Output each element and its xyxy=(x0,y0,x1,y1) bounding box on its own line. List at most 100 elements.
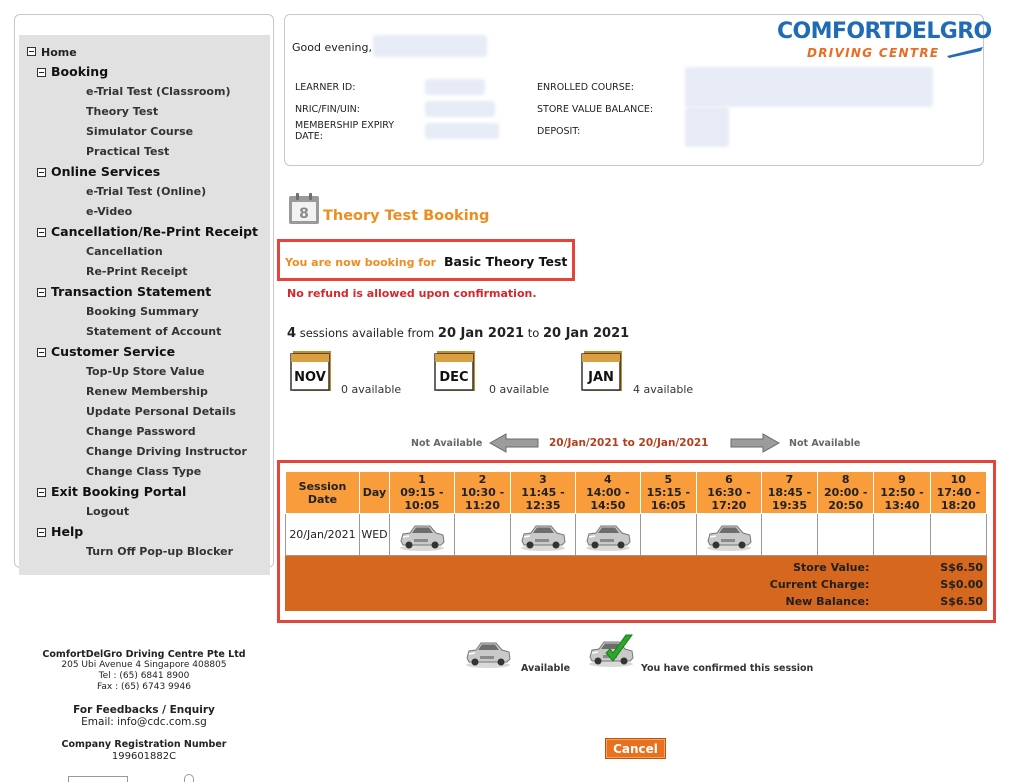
sidebar-item-booking-summary[interactable]: Booking Summary xyxy=(86,305,199,318)
month-nov-icon[interactable]: NOV xyxy=(289,347,333,393)
car-confirmed-icon xyxy=(589,634,634,667)
sidebar-item-evideo[interactable]: e-Video xyxy=(86,205,132,218)
session-slot-5 xyxy=(639,513,698,556)
sidebar-item-change-class-type[interactable]: Change Class Type xyxy=(86,465,201,478)
sidebar-item-change-password[interactable]: Change Password xyxy=(86,425,196,438)
booking-for-label: You are now booking for xyxy=(285,256,437,269)
enrolled-course-value-redacted xyxy=(685,67,933,107)
nric-label: NRIC/FIN/UIN: xyxy=(295,104,360,115)
no-refund-warning: No refund is allowed upon confirmation. xyxy=(287,287,537,300)
next-not-available: Not Available xyxy=(789,438,861,449)
learner-info-card: Good evening, LEARNER ID: NRIC/FIN/UIN: … xyxy=(284,14,992,166)
legend-available-car-icon xyxy=(463,634,513,674)
learner-id-value-redacted xyxy=(425,79,485,95)
session-table: Session Date Day 1 09:15 - 10:05 2 10:30 -… xyxy=(284,471,988,611)
collapse-icon[interactable] xyxy=(37,288,46,297)
sidebar-item-renew-membership[interactable]: Renew Membership xyxy=(86,385,208,398)
sidebar-menu-panel: Home Booking e-Trial Test (Classroom) Th… xyxy=(19,35,270,575)
sidebar-item-update-personal-details[interactable]: Update Personal Details xyxy=(86,405,236,418)
legend-confirmed-label: You have confirmed this session xyxy=(641,663,814,674)
row-day: WED xyxy=(359,513,390,556)
svg-text:NOV: NOV xyxy=(294,370,326,385)
collapse-icon[interactable] xyxy=(37,68,46,77)
sidebar-item-reprint-receipt[interactable]: Re-Print Receipt xyxy=(86,265,188,278)
cancel-button[interactable]: Cancel xyxy=(605,738,666,759)
logo-swoosh-icon xyxy=(947,47,983,58)
header-session-1: 1 09:15 - 10:05 xyxy=(389,471,455,514)
month-dec-icon[interactable]: DEC xyxy=(433,347,477,393)
legend-available-label: Available xyxy=(521,663,571,674)
sessions-date-to: 20 Jan 2021 xyxy=(542,326,630,341)
sidebar-section-help[interactable]: Help xyxy=(37,524,83,539)
footer-reg-title: Company Registration Number xyxy=(61,739,227,750)
svg-text:JAN: JAN xyxy=(587,370,614,385)
session-slot-10 xyxy=(929,513,988,556)
collapse-icon[interactable] xyxy=(27,47,36,56)
sidebar-item-change-driving-instructor[interactable]: Change Driving Instructor xyxy=(86,445,247,458)
sidebar-section-exit-portal[interactable]: Exit Booking Portal xyxy=(37,484,186,499)
car-available-icon xyxy=(706,525,752,551)
footer-email[interactable]: Email: info@cdc.com.sg xyxy=(14,716,274,728)
sidebar-item-etrial-online[interactable]: e-Trial Test (Online) xyxy=(86,185,206,198)
session-slot-6[interactable] xyxy=(696,513,762,556)
sidebar-item-theory-test[interactable]: Theory Test xyxy=(86,105,158,118)
sidebar-item-topup-store-value[interactable]: Top-Up Store Value xyxy=(86,365,205,378)
table-header-row: Session Date Day 1 09:15 - 10:05 2 10:30 -… xyxy=(285,471,988,514)
collapse-icon[interactable] xyxy=(37,228,46,237)
sidebar-item-home[interactable]: Home xyxy=(27,46,77,59)
session-slot-2 xyxy=(453,513,512,556)
learner-id-label: LEARNER ID: xyxy=(295,82,356,93)
header-session-7: 7 18:45 - 19:35 xyxy=(760,471,819,514)
sidebar-section-online-services[interactable]: Online Services xyxy=(37,164,161,179)
month-dec-availability: 0 available xyxy=(489,383,550,396)
month-jan-icon[interactable]: JAN xyxy=(580,347,624,393)
membership-expiry-label-cont: DATE: xyxy=(295,131,323,142)
header-session-date: Session Date xyxy=(285,471,360,514)
sidebar-item-etrial-classroom[interactable]: e-Trial Test (Classroom) xyxy=(86,85,230,98)
sessions-text: sessions available from xyxy=(299,326,435,340)
session-slot-7 xyxy=(760,513,819,556)
session-slot-8 xyxy=(817,513,875,556)
logo-subtext: DRIVING CENTRE xyxy=(807,46,940,60)
session-slot-4[interactable] xyxy=(574,513,641,556)
booking-type: Basic Theory Test xyxy=(444,254,568,269)
prev-arrow-icon[interactable] xyxy=(488,432,540,454)
calendar-icon: 8 xyxy=(289,193,319,224)
car-available-icon xyxy=(521,525,566,551)
collapse-icon[interactable] xyxy=(37,488,46,497)
session-slot-1[interactable] xyxy=(389,513,455,556)
row-date: 20/Jan/2021 xyxy=(285,513,360,556)
sidebar-section-cancellation[interactable]: Cancellation/Re-Print Receipt xyxy=(37,224,258,239)
session-slot-3[interactable] xyxy=(510,513,576,556)
sidebar-section-label: Customer Service xyxy=(51,344,176,359)
sidebar-section-booking[interactable]: Booking xyxy=(37,64,108,79)
logo-text: COMFORTDELGRO xyxy=(777,19,992,44)
sidebar-menu: Home Booking e-Trial Test (Classroom) Th… xyxy=(14,14,274,575)
table-row: 20/Jan/2021 WED xyxy=(285,513,988,556)
sessions-count: 4 xyxy=(287,326,297,341)
sidebar-item-turn-off-popup-blocker[interactable]: Turn Off Pop-up Blocker xyxy=(86,545,233,558)
store-value-label: STORE VALUE BALANCE: xyxy=(537,104,654,115)
sidebar-item-practical-test[interactable]: Practical Test xyxy=(86,145,169,158)
sidebar-item-logout[interactable]: Logout xyxy=(86,505,129,518)
new-balance-label: New Balance: xyxy=(785,595,870,608)
expiry-value-redacted xyxy=(425,123,499,139)
sidebar-item-simulator-course[interactable]: Simulator Course xyxy=(86,125,193,138)
footer-feedback-title: For Feedbacks / Enquiry xyxy=(73,704,215,716)
header-session-10: 10 17:40 - 18:20 xyxy=(929,471,988,514)
collapse-icon[interactable] xyxy=(37,348,46,357)
sidebar-item-cancellation[interactable]: Cancellation xyxy=(86,245,163,258)
month-nov-availability: 0 available xyxy=(341,383,402,396)
summary-labels: Store Value: Current Charge: New Balance… xyxy=(284,555,875,611)
new-balance-amount: S$6.50 xyxy=(940,595,983,608)
greeting-text: Good evening, xyxy=(292,41,372,54)
sidebar-section-transaction-statement[interactable]: Transaction Statement xyxy=(37,284,211,299)
collapse-icon[interactable] xyxy=(37,528,46,537)
deposit-label: DEPOSIT: xyxy=(537,126,581,137)
sidebar-item-statement-of-account[interactable]: Statement of Account xyxy=(86,325,221,338)
sidebar-section-label: Online Services xyxy=(51,164,161,179)
next-arrow-icon[interactable] xyxy=(729,432,781,454)
sessions-available-summary: 4 sessions available from 20 Jan 2021 to… xyxy=(287,326,629,341)
sidebar-section-customer-service[interactable]: Customer Service xyxy=(37,344,176,359)
collapse-icon[interactable] xyxy=(37,168,46,177)
